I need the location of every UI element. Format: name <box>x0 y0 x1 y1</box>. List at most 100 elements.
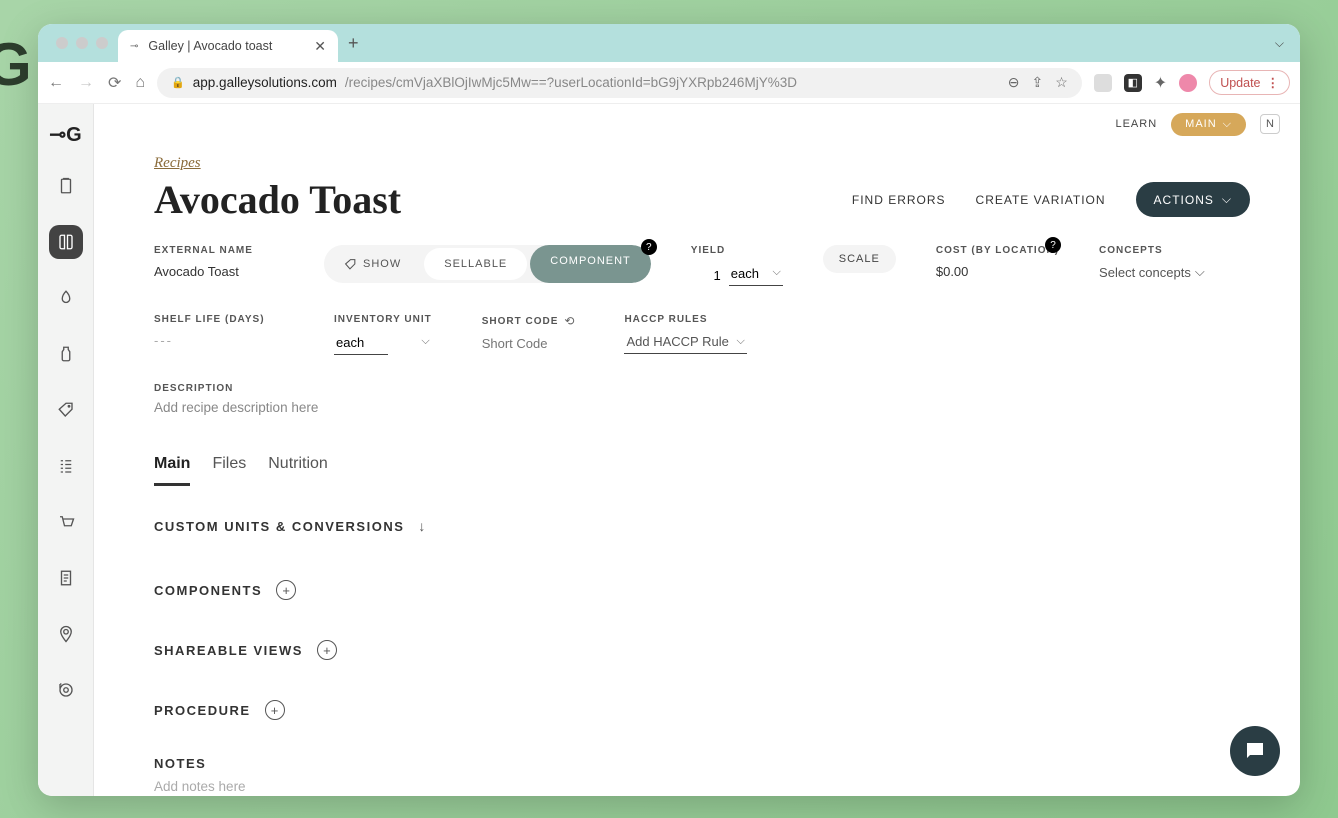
show-pill[interactable]: SHOW <box>324 245 421 283</box>
custom-units-section: CUSTOM UNITS & CONVERSIONS ↓ <box>154 518 1250 534</box>
close-window-icon[interactable] <box>56 37 68 49</box>
avatar-initial: N <box>1266 118 1274 130</box>
sidebar-recipes-icon[interactable] <box>49 225 83 259</box>
zoom-icon[interactable]: ⊖ <box>1008 74 1020 91</box>
sidebar-ingredient-icon[interactable] <box>49 281 83 315</box>
url-domain: app.galleysolutions.com <box>193 75 337 90</box>
content: LEARN MAIN ⌵ N Recipes Avocado Toast FIN… <box>94 104 1300 796</box>
address-bar[interactable]: 🔒 app.galleysolutions.com/recipes/cmVjaX… <box>157 68 1082 98</box>
home-icon[interactable]: ⌂ <box>135 74 145 92</box>
tab-nutrition[interactable]: Nutrition <box>268 455 328 486</box>
new-tab-button[interactable]: + <box>338 33 369 54</box>
learn-link[interactable]: LEARN <box>1115 118 1157 130</box>
haccp-label: HACCP RULES <box>624 314 746 325</box>
find-errors-link[interactable]: FIND ERRORS <box>852 193 946 207</box>
yield-label: YIELD <box>691 245 783 256</box>
location-selector[interactable]: MAIN ⌵ <box>1171 113 1246 136</box>
description-input[interactable]: Add recipe description here <box>154 400 1250 415</box>
concepts-select[interactable]: Select concepts ⌵ <box>1099 264 1205 280</box>
share-icon[interactable]: ⇪ <box>1031 74 1043 91</box>
tab-main[interactable]: Main <box>154 455 190 486</box>
procedure-section: PROCEDURE + <box>154 700 1250 720</box>
lock-icon: 🔒 <box>171 76 185 89</box>
user-avatar[interactable]: N <box>1260 114 1280 134</box>
sidebar-list-icon[interactable] <box>49 449 83 483</box>
update-button[interactable]: Update ⋮ <box>1209 70 1290 95</box>
profile-avatar-icon[interactable] <box>1179 74 1197 92</box>
tab-favicon: ⊸ <box>130 41 138 52</box>
menu-dots-icon[interactable]: ⋮ <box>1267 75 1280 90</box>
sidebar-location-icon[interactable] <box>49 617 83 651</box>
notes-title: NOTES <box>154 756 1250 771</box>
recipe-type-toggle: SHOW SELLABLE COMPONENT <box>324 245 651 283</box>
add-component-icon[interactable]: + <box>276 580 296 600</box>
procedure-title: PROCEDURE <box>154 703 251 718</box>
window-controls[interactable] <box>52 24 118 62</box>
extension-icon-1[interactable] <box>1094 74 1112 92</box>
component-pill[interactable]: COMPONENT <box>530 245 651 283</box>
reload-icon[interactable]: ⟳ <box>108 73 121 93</box>
minimize-window-icon[interactable] <box>76 37 88 49</box>
description-label: DESCRIPTION <box>154 383 1250 394</box>
bookmark-icon[interactable]: ☆ <box>1055 74 1068 91</box>
external-name-label: EXTERNAL NAME <box>154 245 284 256</box>
sync-icon[interactable]: ⟲ <box>564 314 574 328</box>
sidebar: ⊸G <box>38 104 94 796</box>
browser-tab[interactable]: ⊸ Galley | Avocado toast ✕ <box>118 30 338 62</box>
tab-files[interactable]: Files <box>212 455 246 486</box>
sidebar-document-icon[interactable] <box>49 561 83 595</box>
scale-button[interactable]: SCALE <box>823 245 896 273</box>
short-code-input[interactable] <box>482 336 572 351</box>
location-label: MAIN <box>1185 118 1217 130</box>
inventory-unit-select[interactable]: each <box>334 333 388 355</box>
external-name-value[interactable]: Avocado Toast <box>154 264 284 279</box>
extensions-puzzle-icon[interactable]: ✦ <box>1154 73 1167 93</box>
extension-icon-2[interactable]: ◧ <box>1124 74 1142 92</box>
sidebar-bottle-icon[interactable] <box>49 337 83 371</box>
maximize-window-icon[interactable] <box>96 37 108 49</box>
components-title: COMPONENTS <box>154 583 262 598</box>
tab-title: Galley | Avocado toast <box>148 39 272 53</box>
expand-down-icon[interactable]: ↓ <box>418 518 425 534</box>
yield-unit-select[interactable]: each <box>729 264 783 286</box>
actions-button[interactable]: ACTIONS ⌵ <box>1136 182 1250 217</box>
sidebar-cart-icon[interactable] <box>49 505 83 539</box>
notes-section: NOTES Add notes here <box>154 756 1250 794</box>
update-label: Update <box>1220 76 1260 90</box>
breadcrumb[interactable]: Recipes <box>154 155 201 171</box>
yield-input[interactable] <box>691 268 721 283</box>
create-variation-link[interactable]: CREATE VARIATION <box>976 193 1106 207</box>
add-procedure-icon[interactable]: + <box>265 700 285 720</box>
forward-icon[interactable]: → <box>78 74 94 92</box>
components-section: COMPONENTS + <box>154 580 1250 600</box>
chevron-down-icon: ⌵ <box>1223 118 1232 131</box>
chat-widget-icon[interactable] <box>1230 726 1280 776</box>
short-code-label: SHORT CODE <box>482 316 559 327</box>
shareable-views-section: SHAREABLE VIEWS + <box>154 640 1250 660</box>
add-shareable-icon[interactable]: + <box>317 640 337 660</box>
tab-strip: ⊸ Galley | Avocado toast ✕ + ⌵ <box>38 24 1300 62</box>
shareable-title: SHAREABLE VIEWS <box>154 643 303 658</box>
notes-input[interactable]: Add notes here <box>154 779 1250 794</box>
help-badge-icon[interactable]: ? <box>1045 237 1061 253</box>
sidebar-tag-icon[interactable] <box>49 393 83 427</box>
app-logo[interactable]: ⊸G <box>49 122 81 147</box>
url-path: /recipes/cmVjaXBlOjIwMjc5Mw==?userLocati… <box>345 75 797 90</box>
chevron-down-icon: ⌵ <box>1195 264 1205 280</box>
sellable-pill[interactable]: SELLABLE <box>424 248 527 280</box>
cost-value: $0.00 <box>936 264 1059 279</box>
component-label: COMPONENT <box>550 255 631 267</box>
tabs-dropdown-icon[interactable]: ⌵ <box>1275 36 1284 51</box>
shelf-life-value[interactable]: --- <box>154 333 284 348</box>
help-badge-icon[interactable]: ? <box>641 239 657 255</box>
sidebar-clipboard-icon[interactable] <box>49 169 83 203</box>
concepts-placeholder: Select concepts <box>1099 265 1191 280</box>
browser-window: ⊸ Galley | Avocado toast ✕ + ⌵ ← → ⟳ ⌂ 🔒… <box>38 24 1300 796</box>
sidebar-serving-icon[interactable] <box>49 673 83 707</box>
close-tab-icon[interactable]: ✕ <box>314 38 326 55</box>
back-icon[interactable]: ← <box>48 74 64 92</box>
main-area: Recipes Avocado Toast FIND ERRORS CREATE… <box>94 144 1300 796</box>
haccp-select[interactable]: Add HACCP Rule <box>624 332 746 354</box>
actions-label: ACTIONS <box>1154 193 1214 207</box>
content-tabs: Main Files Nutrition <box>154 455 1250 486</box>
